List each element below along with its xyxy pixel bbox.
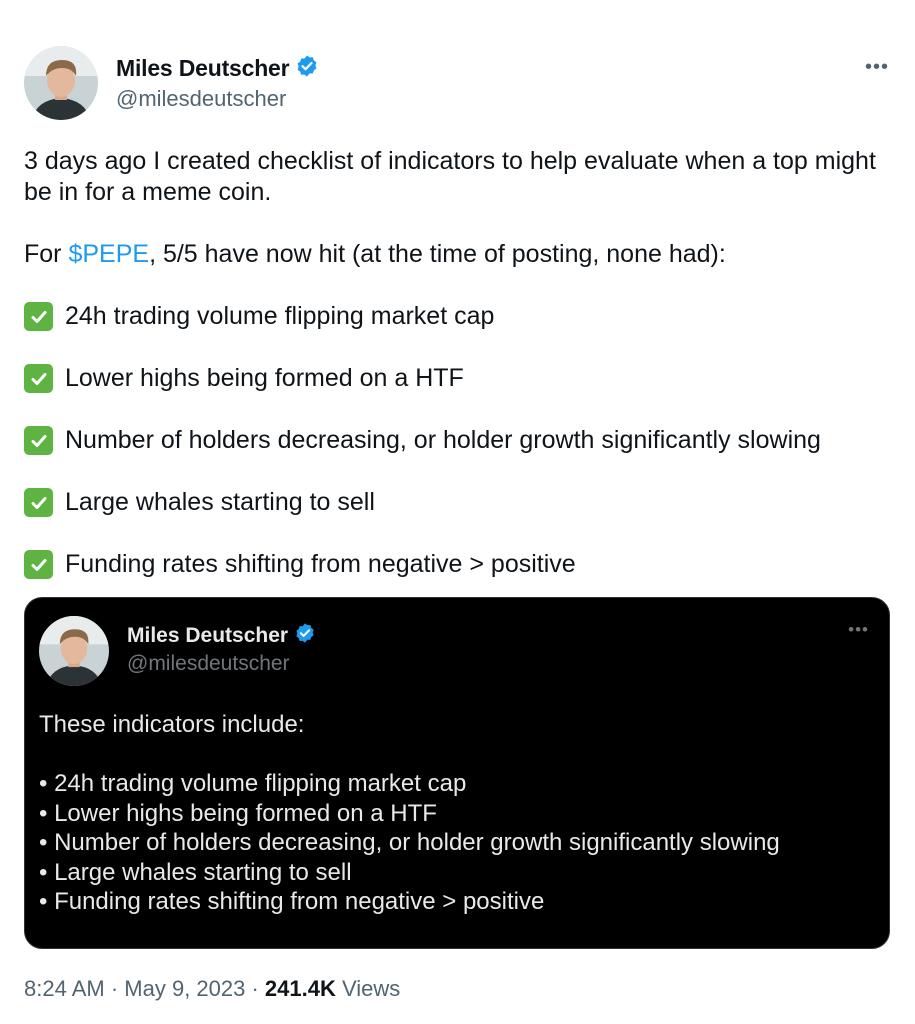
check-mark-box-icon [24, 550, 53, 579]
check-mark-box-icon [24, 426, 53, 455]
status-suffix: , 5/5 have now hit (at the time of posti… [149, 240, 726, 268]
tweet-date[interactable]: May 9, 2023 [124, 976, 245, 1001]
checklist-item: Number of holders decreasing, or holder … [24, 425, 894, 456]
author-name-row: Miles Deutscher [116, 54, 319, 83]
checklist-item-text: Lower highs being formed on a HTF [65, 364, 464, 392]
status-prefix: For [24, 240, 69, 268]
tweet-status-line: For $PEPE, 5/5 have now hit (at the time… [24, 239, 894, 270]
tweet-meta: 8:24 AM · May 9, 2023 · 241.4K Views [24, 976, 400, 1002]
quoted-bullet: • Funding rates shifting from negative >… [39, 888, 545, 915]
checklist-item-text: Large whales starting to sell [65, 488, 375, 516]
checklist-item-text: Number of holders decreasing, or holder … [65, 426, 821, 454]
verified-badge-icon [294, 622, 316, 649]
quoted-bullet: • 24h trading volume flipping market cap [39, 770, 467, 797]
checklist-item: Funding rates shifting from negative > p… [24, 549, 894, 580]
quoted-author-handle: @milesdeutscher [127, 652, 290, 675]
quoted-tweet-card[interactable]: Miles Deutscher @milesdeutscher ••• Thes… [24, 597, 890, 949]
author-name[interactable]: Miles Deutscher [116, 55, 290, 82]
author-handle[interactable]: @milesdeutscher [116, 86, 286, 112]
tweet-intro: 3 days ago I created checklist of indica… [24, 147, 876, 206]
meta-separator: · [104, 976, 125, 1001]
meta-separator: · [245, 976, 265, 1001]
check-mark-box-icon [24, 488, 53, 517]
checklist-item: 24h trading volume flipping market cap [24, 301, 894, 332]
quoted-bullet: • Lower highs being formed on a HTF [39, 799, 437, 827]
more-dots-icon: ••• [848, 620, 869, 639]
checklist-item-text: 24h trading volume flipping market cap [65, 302, 495, 330]
quoted-tweet-text: These indicators include: • 24h trading … [39, 710, 879, 917]
tweet-time[interactable]: 8:24 AM [24, 976, 105, 1001]
author-avatar[interactable] [24, 46, 98, 120]
checklist-item: Lower highs being formed on a HTF [24, 363, 894, 394]
quoted-bullet: • Large whales starting to sell [39, 858, 352, 886]
checklist-item: Large whales starting to sell [24, 487, 894, 518]
more-dots-icon[interactable]: ••• [865, 56, 889, 79]
check-mark-box-icon [24, 364, 53, 393]
tweet-body: 3 days ago I created checklist of indica… [24, 146, 894, 580]
checklist-item-text: Funding rates shifting from negative > p… [65, 550, 576, 578]
quoted-bullet: • Number of holders decreasing, or holde… [39, 829, 780, 856]
quoted-author-avatar [39, 616, 109, 686]
views-label: Views [335, 976, 401, 1001]
verified-badge-icon [295, 54, 319, 83]
quoted-name-row: Miles Deutscher [127, 622, 316, 649]
views-count[interactable]: 241.4K [265, 976, 336, 1001]
check-mark-box-icon [24, 302, 53, 331]
quoted-intro: These indicators include: [39, 711, 305, 738]
cashtag-link[interactable]: $PEPE [68, 240, 149, 268]
quoted-author-name: Miles Deutscher [127, 623, 289, 647]
